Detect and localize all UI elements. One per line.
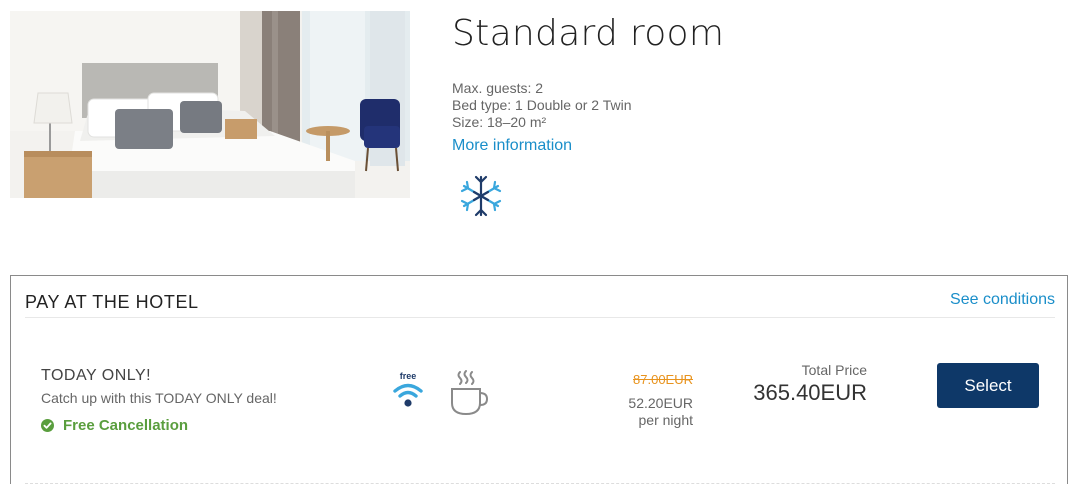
- more-information-link[interactable]: More information: [452, 137, 572, 155]
- bed-type: Bed type: 1 Double or 2 Twin: [452, 97, 632, 113]
- free-cancellation-label: Free Cancellation: [63, 417, 189, 434]
- total-price-label: Total Price: [801, 362, 867, 378]
- select-button[interactable]: Select: [937, 363, 1039, 408]
- room-title: Standard room: [452, 13, 725, 54]
- total-price: 365.40EUR: [753, 380, 867, 405]
- offer-name: TODAY ONLY!: [41, 367, 152, 384]
- original-price: 87.00EUR: [633, 372, 693, 387]
- coffee-cup-icon: [451, 370, 489, 416]
- rate-title: PAY AT THE HOTEL: [25, 292, 199, 312]
- room-details: Max. guests: 2 Bed type: 1 Double or 2 T…: [452, 80, 724, 131]
- price-per-night: 52.20EUR: [628, 395, 693, 411]
- room-photo-image: [10, 11, 410, 198]
- room-photo[interactable]: [10, 11, 410, 198]
- room-info: Standard room Max. guests: 2 Bed type: 1…: [452, 12, 724, 155]
- max-guests: Max. guests: 2: [452, 80, 544, 96]
- room-size: Size: 18–20 m²: [452, 114, 547, 130]
- per-night-label: per night: [638, 412, 693, 428]
- snowflake-icon: [460, 175, 502, 217]
- free-cancellation: Free Cancellation: [41, 417, 188, 434]
- rate-divider: [25, 317, 1055, 318]
- offer-description: Catch up with this TODAY ONLY deal!: [41, 390, 277, 406]
- wifi-icon: [393, 383, 423, 407]
- wifi-free-label: free: [399, 371, 417, 381]
- room-offer-page: Standard room Max. guests: 2 Bed type: 1…: [0, 0, 1080, 484]
- free-wifi-amenity: free: [391, 371, 425, 411]
- check-circle-icon: [41, 419, 54, 432]
- see-conditions-link[interactable]: See conditions: [950, 291, 1055, 309]
- rate-panel: PAY AT THE HOTEL See conditions TODAY ON…: [10, 275, 1068, 484]
